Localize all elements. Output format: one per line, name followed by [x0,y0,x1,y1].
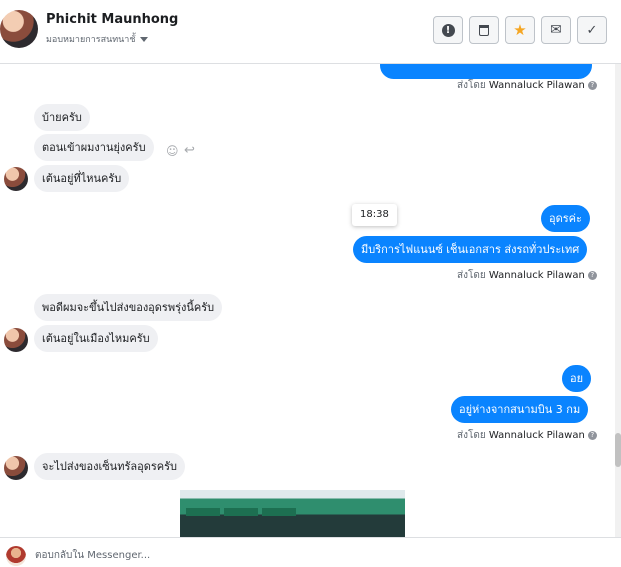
incoming-message[interactable]: ตอนเข้าผมงานยุ่งครับ [34,134,154,161]
storefront-sign [262,508,296,516]
contact-avatar-small[interactable] [4,167,28,191]
sender-name: Wannaluck Pilawan [488,270,585,281]
storefront-sign [224,508,258,516]
envelope-icon: ✉ [550,22,562,38]
outgoing-message[interactable]: อุดรค่ะ [541,205,590,232]
assign-conversation-dropdown[interactable]: มอบหมายการสนทนาชั้ [46,32,149,46]
reply-input[interactable] [35,546,605,564]
outgoing-message-partial[interactable] [380,64,592,79]
contact-avatar-small[interactable] [4,456,28,480]
star-button[interactable]: ★ [505,16,535,44]
scrollbar-thumb[interactable] [615,433,621,467]
contact-avatar[interactable] [0,10,38,48]
info-icon[interactable]: ? [587,270,597,280]
info-icon[interactable]: ? [587,80,597,90]
done-button[interactable]: ✓ [577,16,607,44]
check-icon: ✓ [586,22,598,38]
star-icon: ★ [513,21,527,39]
caret-down-icon [140,37,149,42]
contact-avatar-small[interactable] [4,328,28,352]
conversation-header: Phichit Maunhong มอบหมายการสนทนาชั้ ! ★ … [0,0,621,64]
sent-by-label: ส่งโดย Wannaluck Pilawan? [457,428,597,443]
assign-conversation-label: มอบหมายการสนทนาชั้ [46,35,136,45]
incoming-message[interactable]: เต้นอยู่ในเมืองไหมครับ [34,325,158,352]
incoming-message[interactable]: จะไปส่งของเซ็นทรัลอุดรครับ [34,453,186,480]
incoming-message[interactable]: เต้นอยู่ที่ไหนครับ [34,165,130,192]
message-composer [0,537,621,567]
message-thread[interactable]: ส่งโดย Wannaluck Pilawan? บ้ายครับ ตอนเข… [0,64,621,537]
delete-button[interactable] [469,16,499,44]
sent-by-label: ส่งโดย Wannaluck Pilawan? [457,78,597,93]
contact-name[interactable]: Phichit Maunhong [46,12,178,27]
emoji-react-icon[interactable]: ☺ [166,144,179,158]
sent-by-prefix: ส่งโดย [457,80,486,91]
sent-by-prefix: ส่งโดย [457,270,486,281]
outgoing-message[interactable]: อยู่ห่างจากสนามบิน 3 กม [451,396,589,423]
sender-name: Wannaluck Pilawan [488,80,585,91]
outgoing-message[interactable]: มีบริการไฟแนนซ์ เช็นเอกสาร ส่งรถทั่วประเ… [353,236,588,263]
incoming-message[interactable]: บ้ายครับ [34,104,90,131]
incoming-message[interactable]: พอดีผมจะขึ้นไปส่งของอุดรพรุ่งนี้ครับ [34,294,223,321]
outgoing-message[interactable]: อย [562,365,592,392]
link-preview-image[interactable] [180,490,405,537]
sender-name: Wannaluck Pilawan [488,430,585,441]
mail-button[interactable]: ✉ [541,16,571,44]
report-button[interactable]: ! [433,16,463,44]
trash-icon [479,24,489,36]
page-avatar [6,546,26,566]
alert-icon: ! [441,23,455,37]
timestamp-tooltip: 18:38 [352,204,397,226]
sent-by-label: ส่งโดย Wannaluck Pilawan? [457,268,597,283]
info-icon[interactable]: ? [587,430,597,440]
storefront-sign [186,508,220,516]
reply-icon[interactable]: ↩ [184,143,195,158]
sent-by-prefix: ส่งโดย [457,430,486,441]
